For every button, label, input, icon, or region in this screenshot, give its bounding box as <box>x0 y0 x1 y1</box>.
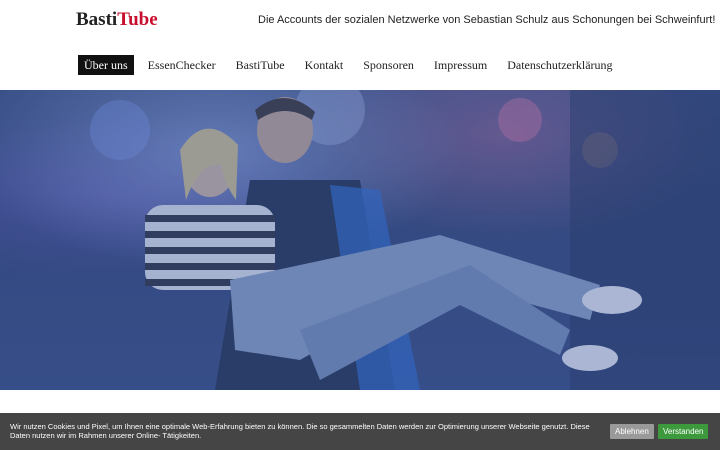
decline-cookies-button[interactable]: Ablehnen <box>610 424 654 439</box>
cookie-banner: Wir nutzen Cookies und Pixel, um Ihnen e… <box>0 413 720 450</box>
logo-part-tube: Tube <box>117 9 158 30</box>
nav-item-datenschutz[interactable]: Datenschutzerklärung <box>501 55 618 75</box>
logo-part-basti: Basti <box>76 9 118 30</box>
nav-item-sponsoren[interactable]: Sponsoren <box>357 55 420 75</box>
nav-item-kontakt[interactable]: Kontakt <box>299 55 350 75</box>
hero-image <box>0 90 720 390</box>
nav-item-ueber-uns[interactable]: Über uns <box>78 55 134 75</box>
nav-item-impressum[interactable]: Impressum <box>428 55 493 75</box>
site-header: BastiTube Die Accounts der sozialen Netz… <box>0 0 720 90</box>
hero-photo-illustration <box>0 90 720 390</box>
striped-top <box>145 205 275 290</box>
site-logo[interactable]: BastiTube <box>76 7 158 33</box>
main-navigation: Über uns EssenChecker BastiTube Kontakt … <box>78 55 627 75</box>
nav-item-essenchecker[interactable]: EssenChecker <box>142 55 222 75</box>
accept-cookies-button[interactable]: Verstanden <box>658 424 709 439</box>
nav-item-bastitube[interactable]: BastiTube <box>230 55 291 75</box>
site-tagline: Die Accounts der sozialen Netzwerke von … <box>258 14 716 26</box>
content-spacer <box>0 390 720 413</box>
cookie-notice-text: Wir nutzen Cookies und Pixel, um Ihnen e… <box>10 422 590 440</box>
